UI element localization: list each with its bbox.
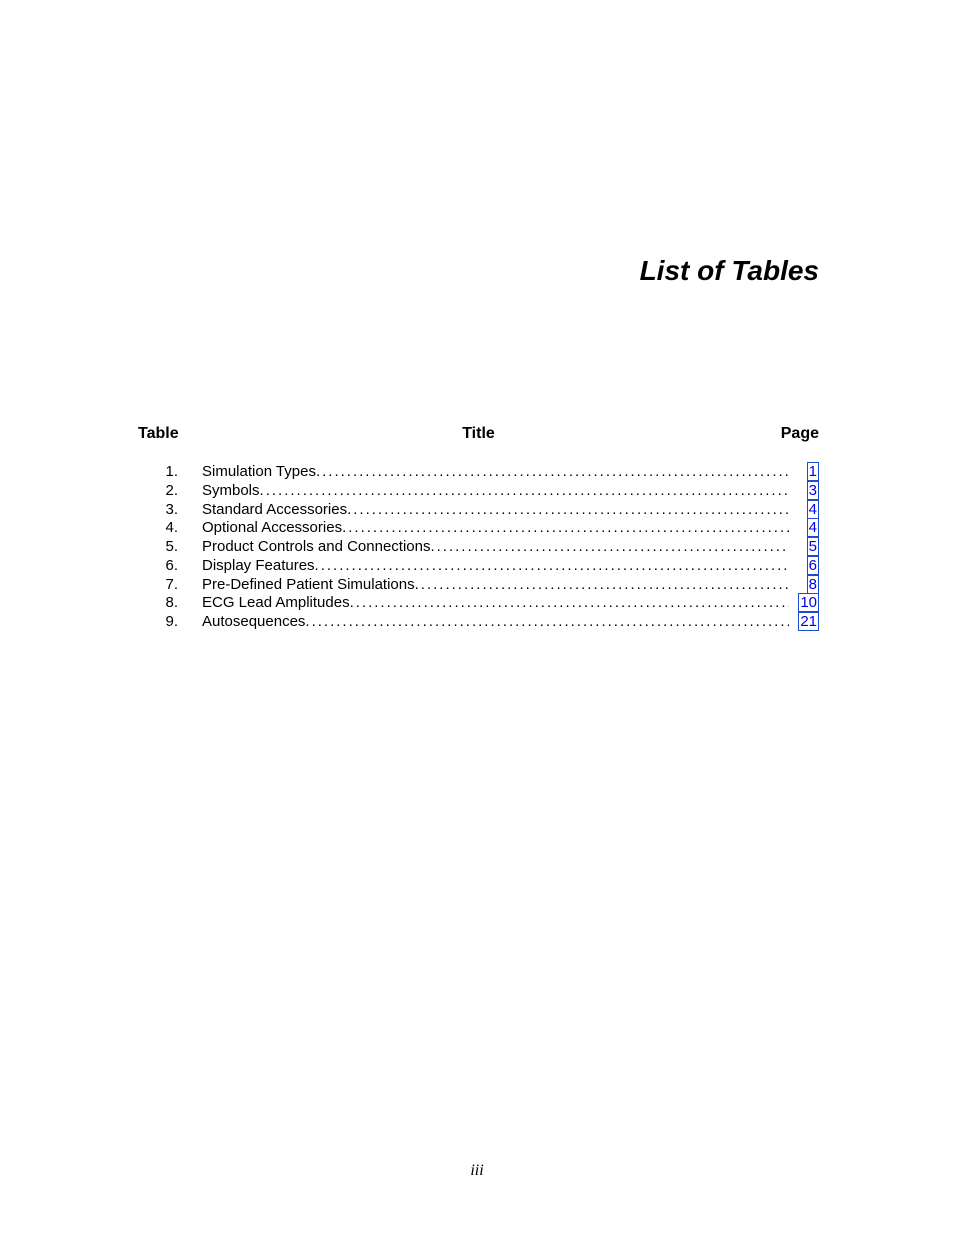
entry-page: 5: [789, 538, 819, 557]
entry-title: ECG Lead Amplitudes: [202, 594, 350, 613]
entry-title-dots: Product Controls and Connections: [202, 538, 789, 557]
col-header-title: Title: [198, 425, 759, 443]
entry-number: 7.: [138, 576, 202, 595]
entry-title: Standard Accessories: [202, 501, 347, 520]
entry-title-dots: Standard Accessories: [202, 501, 789, 520]
entry-number: 8.: [138, 594, 202, 613]
col-header-table: Table: [138, 425, 198, 443]
entry-title-dots: Autosequences: [202, 613, 789, 632]
toc-entry: 9.Autosequences 21: [138, 613, 819, 632]
entry-number: 5.: [138, 538, 202, 557]
entry-number: 6.: [138, 557, 202, 576]
entry-title-dots: Optional Accessories: [202, 519, 789, 538]
page-title: List of Tables: [0, 255, 819, 287]
toc-entry: 5.Product Controls and Connections 5: [138, 538, 819, 557]
entry-title-dots: Symbols: [202, 482, 789, 501]
dot-leader: [415, 576, 789, 595]
entry-page: 21: [789, 613, 819, 632]
page: List of Tables Table Title Page 1.Simula…: [0, 0, 954, 1235]
dot-leader: [347, 501, 789, 520]
entry-page: 4: [789, 501, 819, 520]
page-link[interactable]: 3: [807, 481, 819, 500]
page-number-footer: iii: [0, 1162, 954, 1180]
page-link[interactable]: 10: [798, 593, 819, 612]
list-of-tables: Table Title Page 1.Simulation Types12.Sy…: [138, 425, 819, 632]
entry-number: 3.: [138, 501, 202, 520]
entry-title: Symbols: [202, 482, 260, 501]
toc-entry: 2.Symbols 3: [138, 482, 819, 501]
toc-entries: 1.Simulation Types12.Symbols33.Standard …: [138, 463, 819, 632]
entry-title: Autosequences: [202, 613, 305, 632]
entry-page: 1: [789, 463, 819, 482]
dot-leader: [260, 482, 789, 501]
dot-leader: [342, 519, 789, 538]
entry-title: Product Controls and Connections: [202, 538, 430, 557]
page-link[interactable]: 1: [807, 462, 819, 481]
toc-entry: 1.Simulation Types 1: [138, 463, 819, 482]
page-link[interactable]: 4: [807, 500, 819, 519]
toc-entry: 6.Display Features 6: [138, 557, 819, 576]
entry-number: 4.: [138, 519, 202, 538]
entry-page: 10: [789, 594, 819, 613]
dot-leader: [305, 613, 789, 632]
entry-number: 9.: [138, 613, 202, 632]
entry-number: 1.: [138, 463, 202, 482]
dot-leader: [430, 538, 789, 557]
entry-title: Display Features: [202, 557, 315, 576]
column-headers: Table Title Page: [138, 425, 819, 443]
page-link[interactable]: 21: [798, 612, 819, 631]
toc-entry: 8.ECG Lead Amplitudes 10: [138, 594, 819, 613]
entry-title: Pre-Defined Patient Simulations: [202, 576, 415, 595]
entry-title-dots: Display Features: [202, 557, 789, 576]
toc-entry: 7.Pre-Defined Patient Simulations 8: [138, 576, 819, 595]
entry-page: 3: [789, 482, 819, 501]
dot-leader: [316, 463, 789, 482]
entry-page: 6: [789, 557, 819, 576]
entry-title-dots: Simulation Types: [202, 463, 789, 482]
page-link[interactable]: 6: [807, 556, 819, 575]
col-header-page: Page: [759, 425, 819, 443]
dot-leader: [315, 557, 789, 576]
toc-entry: 4.Optional Accessories 4: [138, 519, 819, 538]
entry-number: 2.: [138, 482, 202, 501]
entry-title: Simulation Types: [202, 463, 316, 482]
entry-title-dots: Pre-Defined Patient Simulations: [202, 576, 789, 595]
page-link[interactable]: 5: [807, 537, 819, 556]
entry-page: 4: [789, 519, 819, 538]
page-link[interactable]: 4: [807, 518, 819, 537]
entry-title-dots: ECG Lead Amplitudes: [202, 594, 789, 613]
entry-page: 8: [789, 576, 819, 595]
page-link[interactable]: 8: [807, 575, 819, 594]
entry-title: Optional Accessories: [202, 519, 342, 538]
dot-leader: [350, 594, 789, 613]
toc-entry: 3.Standard Accessories 4: [138, 501, 819, 520]
